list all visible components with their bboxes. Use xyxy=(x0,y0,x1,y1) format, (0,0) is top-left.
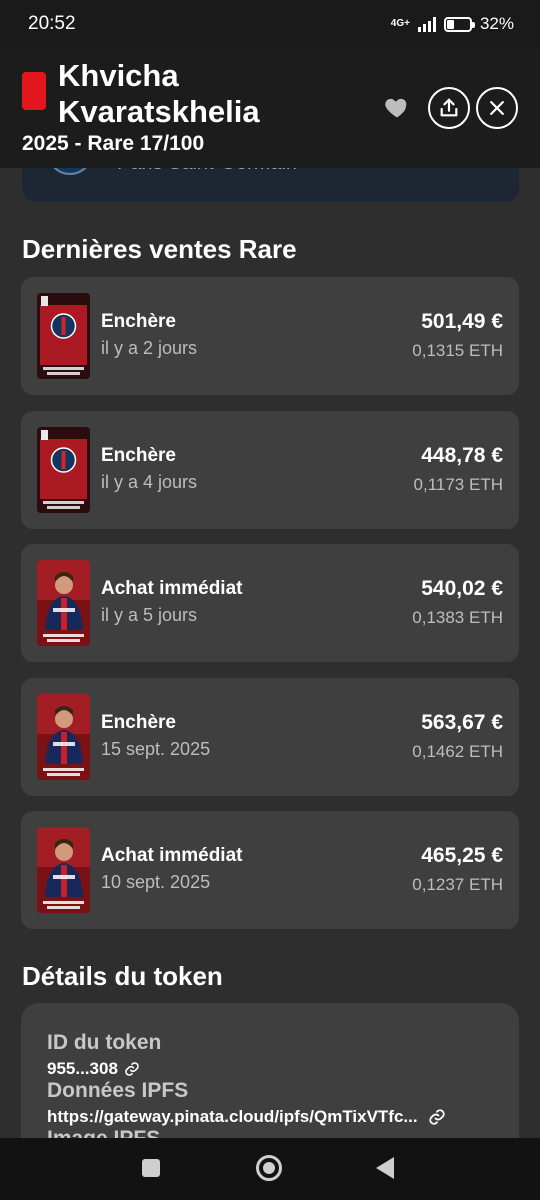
sale-price-eth: 0,1383 ETH xyxy=(412,608,503,627)
battery-percentage: 32% xyxy=(479,14,514,33)
token-id-text: 955...308 xyxy=(47,1059,118,1078)
recent-sales-title: Dernières ventes Rare xyxy=(22,234,297,264)
sale-type: Enchère xyxy=(101,712,176,733)
link-icon[interactable] xyxy=(428,1108,446,1126)
back-icon[interactable] xyxy=(376,1157,394,1179)
status-time: 20:52 xyxy=(28,13,76,34)
sale-price-eth: 0,1462 ETH xyxy=(412,742,503,761)
card-thumbnail xyxy=(37,560,90,646)
sale-price-eur: 465,25 € xyxy=(421,844,503,867)
battery-icon xyxy=(443,16,475,32)
sale-price-eur: 448,78 € xyxy=(421,444,503,467)
sale-price-eth: 0,1173 ETH xyxy=(413,475,503,494)
ipfs-data-url: https://gateway.pinata.cloud/ipfs/QmTixV… xyxy=(47,1107,418,1126)
card-thumbnail xyxy=(37,427,90,513)
sale-price-eur: 540,02 € xyxy=(421,577,503,600)
sale-item[interactable]: Enchère il y a 2 jours 501,49 € 0,1315 ETH xyxy=(21,277,519,395)
sale-item[interactable]: Enchère 15 sept. 2025 563,67 € 0,1462 ETH xyxy=(21,678,519,796)
signal-icon xyxy=(417,16,436,32)
sale-item[interactable]: Enchère il y a 4 jours 448,78 € 0,1173 ETH xyxy=(21,411,519,529)
card-thumbnail xyxy=(37,827,90,913)
sale-price-eth: 0,1315 ETH xyxy=(412,341,503,360)
card-thumbnail xyxy=(37,293,90,379)
share-button[interactable] xyxy=(428,87,470,129)
network-type: 4G+ xyxy=(390,18,410,29)
sale-item[interactable]: Achat immédiat 10 sept. 2025 465,25 € 0,123… xyxy=(21,811,519,929)
sale-price-eur: 501,49 € xyxy=(421,310,503,333)
sale-date: il y a 4 jours xyxy=(101,472,198,492)
sale-type: Achat immédiat xyxy=(101,578,243,599)
ipfs-data-label: Données IPFS xyxy=(47,1079,189,1102)
player-name: Khvicha Kvaratskhelia xyxy=(58,58,260,129)
card-thumbnail xyxy=(37,694,90,780)
card-edition: 2025 - Rare 17/100 xyxy=(22,132,205,155)
sale-date: il y a 2 jours xyxy=(101,338,198,358)
sale-type: Achat immédiat xyxy=(101,845,243,866)
card-header: Khvicha Kvaratskhelia 2025 - Rare 17/100 xyxy=(0,48,540,168)
close-button[interactable] xyxy=(476,87,518,129)
sale-date: 10 sept. 2025 xyxy=(101,872,211,892)
sale-price-eth: 0,1237 ETH xyxy=(412,875,503,894)
share-icon xyxy=(440,98,458,117)
ipfs-data-value[interactable]: https://gateway.pinata.cloud/ipfs/QmTixV… xyxy=(47,1107,446,1127)
recents-icon[interactable] xyxy=(142,1159,160,1177)
sale-price-eur: 563,67 € xyxy=(421,711,503,734)
rarity-indicator xyxy=(22,72,46,110)
status-indicators: 4G+ 32% xyxy=(391,14,514,34)
close-icon xyxy=(490,101,504,115)
heart-icon[interactable] xyxy=(383,93,411,121)
sale-date: 15 sept. 2025 xyxy=(101,739,211,759)
sale-type: Enchère xyxy=(101,445,176,466)
status-bar: 20:52 4G+ 32% xyxy=(0,0,540,48)
system-nav-bar xyxy=(0,1138,540,1200)
sale-date: il y a 5 jours xyxy=(101,605,198,625)
token-details-title: Détails du token xyxy=(22,961,223,991)
sale-type: Enchère xyxy=(101,311,176,332)
token-id-value[interactable]: 955...308 xyxy=(47,1059,140,1079)
link-icon[interactable] xyxy=(124,1061,140,1077)
sale-item[interactable]: Achat immédiat il y a 5 jours 540,02 € 0,13… xyxy=(21,544,519,662)
token-id-label: ID du token xyxy=(47,1031,162,1054)
home-icon[interactable] xyxy=(256,1155,282,1181)
